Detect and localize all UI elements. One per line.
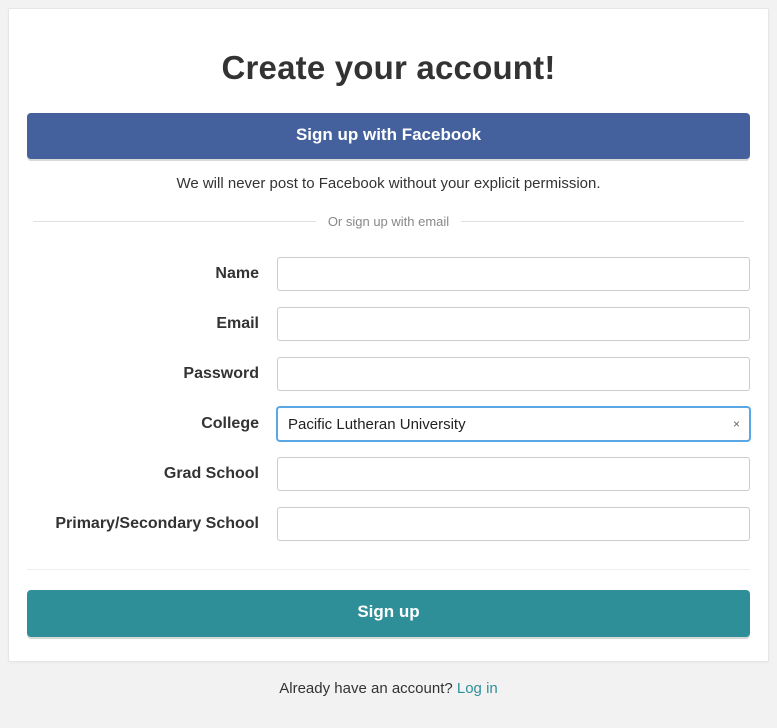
separator-line-left xyxy=(33,221,316,222)
separator-text: Or sign up with email xyxy=(316,214,461,229)
page-title: Create your account! xyxy=(27,49,750,87)
separator-line-right xyxy=(461,221,744,222)
facebook-signup-button[interactable]: Sign up with Facebook xyxy=(27,113,750,159)
facebook-permission-note: We will never post to Facebook without y… xyxy=(27,175,750,192)
field-row-name: Name xyxy=(27,257,750,291)
login-prompt-text: Already have an account? xyxy=(279,680,457,697)
form-bottom-separator xyxy=(27,569,750,570)
field-row-password: Password xyxy=(27,357,750,391)
field-row-k12: Primary/Secondary School xyxy=(27,507,750,541)
email-separator: Or sign up with email xyxy=(33,214,744,229)
login-link[interactable]: Log in xyxy=(457,680,498,697)
field-row-email: Email xyxy=(27,307,750,341)
college-input[interactable] xyxy=(277,407,750,441)
signup-form: Name Email Password College xyxy=(27,257,750,541)
college-label: College xyxy=(27,415,277,433)
password-input[interactable] xyxy=(277,357,750,391)
email-label: Email xyxy=(27,315,277,333)
signup-card: Create your account! Sign up with Facebo… xyxy=(8,8,769,662)
k12-label: Primary/Secondary School xyxy=(27,515,277,533)
name-label: Name xyxy=(27,265,277,283)
grad-school-input[interactable] xyxy=(277,457,750,491)
name-input[interactable] xyxy=(277,257,750,291)
primary-secondary-school-input[interactable] xyxy=(277,507,750,541)
email-input[interactable] xyxy=(277,307,750,341)
password-label: Password xyxy=(27,365,277,383)
clear-icon[interactable]: × xyxy=(731,416,742,432)
field-row-college: College × xyxy=(27,407,750,441)
field-row-grad: Grad School xyxy=(27,457,750,491)
login-footer: Already have an account? Log in xyxy=(8,680,769,697)
grad-label: Grad School xyxy=(27,465,277,483)
signup-button[interactable]: Sign up xyxy=(27,590,750,636)
